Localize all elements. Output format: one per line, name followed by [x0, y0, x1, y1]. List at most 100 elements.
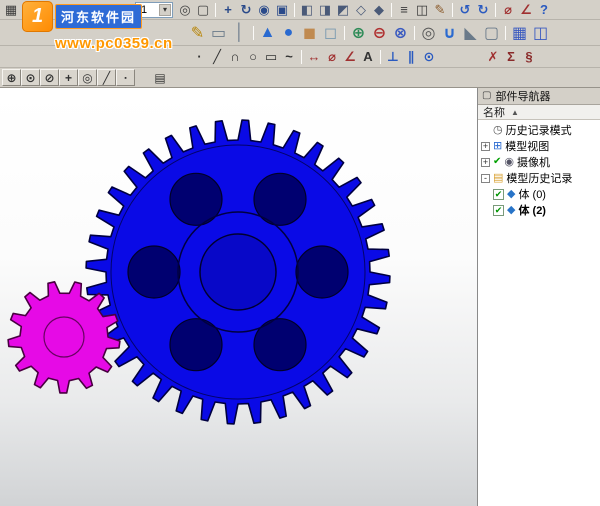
- selection-scope-combo[interactable]: 1▾: [135, 2, 173, 18]
- circle-icon[interactable]: ○: [244, 48, 262, 65]
- help-icon[interactable]: ?: [535, 1, 553, 18]
- small-gear[interactable]: [8, 282, 120, 393]
- cameras-icon: ◉: [504, 157, 514, 168]
- toolbar-spacer: [2, 32, 187, 33]
- text-icon[interactable]: A: [359, 48, 377, 65]
- shell-icon[interactable]: ▢: [481, 22, 502, 43]
- item-label: 历史记录模式: [506, 122, 572, 138]
- angular-dimension-icon[interactable]: ∠: [341, 48, 359, 65]
- expander-icon[interactable]: +: [481, 158, 490, 167]
- navigator-item-model-history[interactable]: -▤模型历史记录: [478, 170, 600, 186]
- snap-endpoint-icon[interactable]: ⊙: [21, 69, 40, 86]
- extrude-icon[interactable]: ▲: [257, 22, 278, 43]
- isometric-view-icon[interactable]: ◩: [334, 1, 352, 18]
- undo-icon[interactable]: ↺: [456, 1, 474, 18]
- hole-icon[interactable]: ◎: [418, 22, 439, 43]
- body-2-icon: ◆: [507, 205, 515, 216]
- item-label: 摄像机: [517, 154, 550, 170]
- rectangle-icon[interactable]: ▭: [262, 48, 280, 65]
- rectangle-select-icon[interactable]: ▢: [194, 1, 212, 18]
- panel-title: 部件导航器: [495, 88, 550, 104]
- spreadsheet-icon[interactable]: §: [520, 48, 538, 65]
- perpendicular-constraint-icon[interactable]: ⊥: [384, 48, 402, 65]
- toolbar-row-3: ∙╱∩○▭~ ↔⌀∠A ⊥∥⊙ ✗Σ§: [0, 46, 600, 68]
- pan-view-icon[interactable]: +: [219, 1, 237, 18]
- toolbar-separator: [495, 3, 496, 17]
- chevron-down-icon[interactable]: ▾: [159, 4, 171, 16]
- cylinder-icon[interactable]: ◻: [320, 22, 341, 43]
- tangent-constraint-icon[interactable]: ⊙: [420, 48, 438, 65]
- grid-display-icon[interactable]: ▤: [151, 69, 169, 86]
- gear-model-canvas[interactable]: [0, 88, 477, 506]
- point-icon[interactable]: ∙: [190, 48, 208, 65]
- navigator-item-history-mode[interactable]: ◷历史记录模式: [478, 122, 600, 138]
- front-view-icon[interactable]: ◧: [298, 1, 316, 18]
- layer-settings-icon[interactable]: ≡: [395, 1, 413, 18]
- measure-angle-icon[interactable]: ∠: [517, 1, 535, 18]
- toolbar-separator: [414, 26, 415, 40]
- toolbar-area: ▦1▾◎▢+↻◉▣◧◨◩◇◆≡◫✎↺↻⌀∠? ✎▭│▲●◼◻⊕⊖⊗◎∪◣▢▦◫ …: [0, 0, 600, 88]
- large-gear[interactable]: [86, 120, 390, 424]
- snap-midpoint-icon[interactable]: ⊘: [40, 69, 59, 86]
- pattern-feature-icon[interactable]: ▦: [509, 22, 530, 43]
- visibility-checkbox[interactable]: ✔: [493, 205, 504, 216]
- sketch-icon[interactable]: ✎: [187, 22, 208, 43]
- expander-icon[interactable]: -: [481, 174, 490, 183]
- edge-blend-icon[interactable]: ∪: [439, 22, 460, 43]
- expression-icon[interactable]: Σ: [502, 48, 520, 65]
- navigator-item-model-views[interactable]: +⊞模型视图: [478, 138, 600, 154]
- parallel-constraint-icon[interactable]: ∥: [402, 48, 420, 65]
- intersect-icon[interactable]: ⊗: [390, 22, 411, 43]
- model-history-icon: ▤: [493, 173, 503, 184]
- datum-axis-icon[interactable]: │: [229, 22, 250, 43]
- expander-icon[interactable]: +: [481, 142, 490, 151]
- panel-header[interactable]: ▢ 部件导航器: [478, 88, 600, 105]
- wireframe-display-icon[interactable]: ◇: [352, 1, 370, 18]
- spline-icon[interactable]: ~: [280, 48, 298, 65]
- top-view-icon[interactable]: ◨: [316, 1, 334, 18]
- snap-on-curve-icon[interactable]: ∙: [116, 69, 135, 86]
- datum-plane-icon[interactable]: ▭: [208, 22, 229, 43]
- radial-dimension-icon[interactable]: ⌀: [323, 48, 341, 65]
- arc-icon[interactable]: ∩: [226, 48, 244, 65]
- toolbar-row-2: ✎▭│ ▲●◼◻ ⊕⊖⊗ ◎∪◣▢ ▦◫: [0, 20, 600, 46]
- zoom-view-icon[interactable]: ◉: [255, 1, 273, 18]
- snap-center-icon[interactable]: ◎: [78, 69, 97, 86]
- model-views-icon: ⊞: [493, 141, 502, 152]
- navigator-item-body-0[interactable]: ✔◆体 (0): [478, 186, 600, 202]
- linear-dimension-icon[interactable]: ↔: [305, 48, 323, 65]
- edit-object-display-icon[interactable]: ✎: [431, 1, 449, 18]
- delete-face-icon[interactable]: ✗: [484, 48, 502, 65]
- subtract-icon[interactable]: ⊖: [369, 22, 390, 43]
- block-icon[interactable]: ◼: [299, 22, 320, 43]
- 3d-viewport[interactable]: [0, 88, 477, 506]
- toolbar-separator: [505, 26, 506, 40]
- navigator-item-body-2[interactable]: ✔◆体 (2): [478, 202, 600, 218]
- snap-quadrant-icon[interactable]: ╱: [97, 69, 116, 86]
- visibility-checkbox[interactable]: ✔: [493, 189, 504, 200]
- check-icon: ✔: [493, 157, 501, 167]
- panel-window-icon: ▢: [482, 91, 491, 101]
- selection-filter-icon[interactable]: ◎: [176, 1, 194, 18]
- sort-arrow-icon: ▲: [511, 108, 519, 117]
- fit-view-icon[interactable]: ▣: [273, 1, 291, 18]
- revolve-icon[interactable]: ●: [278, 22, 299, 43]
- unite-icon[interactable]: ⊕: [348, 22, 369, 43]
- app-grid-icon[interactable]: ▦: [2, 1, 20, 18]
- line-icon[interactable]: ╱: [208, 48, 226, 65]
- navigator-item-cameras[interactable]: +✔◉摄像机: [478, 154, 600, 170]
- snap-point-icon[interactable]: ⊕: [2, 69, 21, 86]
- rotate-view-icon[interactable]: ↻: [237, 1, 255, 18]
- item-label: 模型历史记录: [506, 170, 572, 186]
- redo-icon[interactable]: ↻: [474, 1, 492, 18]
- mirror-feature-icon[interactable]: ◫: [530, 22, 551, 43]
- history-mode-icon: ◷: [493, 125, 503, 136]
- show-hide-icon[interactable]: ◫: [413, 1, 431, 18]
- item-label: 体 (0): [518, 186, 546, 202]
- snap-intersection-icon[interactable]: +: [59, 69, 78, 86]
- toolbar-separator: [301, 50, 302, 64]
- shaded-display-icon[interactable]: ◆: [370, 1, 388, 18]
- name-column-header[interactable]: 名称 ▲: [478, 105, 600, 120]
- measure-diameter-icon[interactable]: ⌀: [499, 1, 517, 18]
- chamfer-icon[interactable]: ◣: [460, 22, 481, 43]
